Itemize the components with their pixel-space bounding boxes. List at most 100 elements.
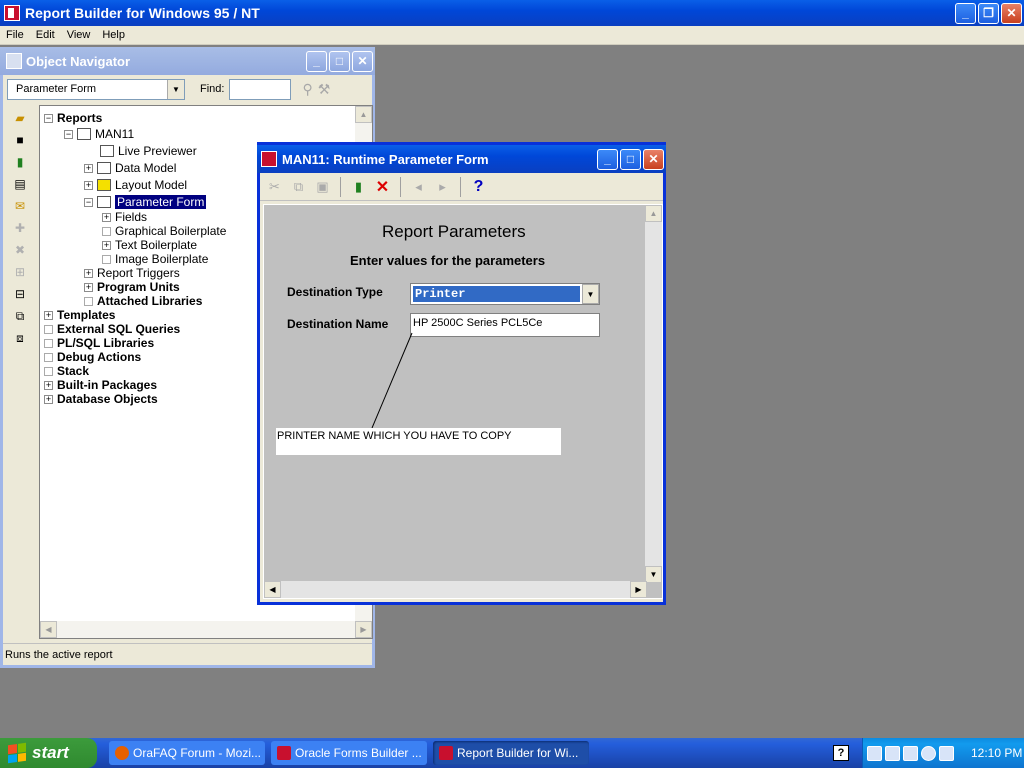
delete-icon[interactable]: ✖ — [11, 241, 29, 259]
navigator-close-button[interactable]: ✕ — [352, 50, 373, 72]
menu-help[interactable]: Help — [96, 29, 131, 41]
tree-node-report-triggers[interactable]: + Report Triggers — [84, 266, 180, 280]
scroll-right-icon[interactable]: ▶ — [355, 621, 372, 638]
scroll-up-icon[interactable]: ▲ — [355, 106, 372, 123]
scroll-right-icon[interactable]: ▶ — [630, 581, 647, 598]
taskbar-item-forms-builder[interactable]: Oracle Forms Builder ... — [271, 741, 427, 765]
menu-edit[interactable]: Edit — [30, 29, 61, 41]
next-page-icon[interactable]: ▸ — [432, 176, 453, 197]
form-horizontal-scrollbar[interactable]: ◀ ▶ — [264, 581, 647, 598]
help-icon[interactable]: ? — [468, 176, 489, 197]
network-icon[interactable] — [867, 745, 882, 761]
tree-label: Attached Libraries — [97, 294, 203, 308]
scroll-left-icon[interactable]: ◀ — [264, 581, 281, 598]
tray-app-icon[interactable] — [903, 745, 918, 761]
tree-node-program-units[interactable]: + Program Units — [84, 280, 180, 294]
copy-icon[interactable]: ⧉ — [288, 176, 309, 197]
save-disk-icon[interactable]: ■ — [11, 131, 29, 149]
tree-node-graphical-boilerplate[interactable]: Graphical Boilerplate — [102, 224, 226, 238]
form-vertical-scrollbar[interactable]: ▲ ▼ — [645, 205, 662, 583]
close-button[interactable]: ✕ — [1001, 2, 1022, 24]
mail-icon[interactable]: ✉ — [11, 197, 29, 215]
runtime-form-title-bar[interactable]: MAN11: Runtime Parameter Form _ □ ✕ — [257, 145, 666, 173]
runtime-form-minimize-button[interactable]: _ — [597, 148, 618, 170]
tree-node-database-objects[interactable]: + Database Objects — [44, 392, 158, 406]
leaf-box-icon — [102, 226, 111, 236]
tree-node-plsql-libraries[interactable]: PL/SQL Libraries — [44, 336, 154, 350]
expand-toggle-icon[interactable]: + — [44, 394, 53, 404]
expand-toggle-icon[interactable]: + — [102, 212, 111, 222]
tree-horizontal-scrollbar[interactable]: ◀ ▶ — [40, 621, 372, 638]
previous-page-icon[interactable]: ◂ — [408, 176, 429, 197]
tree-node-templates[interactable]: + Templates — [44, 308, 115, 322]
volume-icon[interactable] — [939, 745, 954, 761]
tree-node-fields[interactable]: + Fields — [102, 210, 147, 224]
find-next-icon[interactable]: ⚲ — [302, 81, 312, 98]
restore-button[interactable]: ❐ — [978, 2, 999, 24]
find-input[interactable] — [229, 78, 292, 100]
tree-node-text-boilerplate[interactable]: + Text Boilerplate — [102, 238, 197, 252]
cut-icon[interactable]: ✂ — [264, 176, 285, 197]
expand-all-icon[interactable]: ⧉ — [11, 307, 29, 325]
expand-toggle-icon[interactable]: + — [84, 180, 93, 190]
expand-toggle-icon[interactable]: + — [84, 268, 93, 278]
tree-node-man11[interactable]: − MAN11 — [64, 127, 134, 141]
cancel-x-icon[interactable]: ✕ — [372, 176, 393, 197]
menu-view[interactable]: View — [61, 29, 97, 41]
chevron-down-icon[interactable]: ▼ — [167, 79, 184, 99]
expand-icon[interactable]: ⊞ — [11, 263, 29, 281]
tree-node-external-sql-queries[interactable]: External SQL Queries — [44, 322, 180, 336]
menu-file[interactable]: File — [0, 29, 30, 41]
taskbar-item-firefox[interactable]: OraFAQ Forum - Mozi... — [109, 741, 265, 765]
expand-toggle-icon[interactable]: + — [102, 240, 111, 250]
tree-node-data-model[interactable]: + Data Model — [84, 161, 176, 175]
collapse-all-icon[interactable]: ⧈ — [11, 329, 29, 347]
expand-toggle-icon[interactable]: + — [84, 282, 93, 292]
open-folder-icon[interactable]: ▰ — [11, 109, 29, 127]
runtime-form-close-button[interactable]: ✕ — [643, 148, 664, 170]
tree-node-layout-model[interactable]: + Layout Model — [84, 178, 187, 192]
expand-toggle-icon[interactable]: + — [44, 310, 53, 320]
tree-node-image-boilerplate[interactable]: Image Boilerplate — [102, 252, 208, 266]
tree-node-stack[interactable]: Stack — [44, 364, 89, 378]
navigator-view-combo[interactable]: Parameter Form ▼ — [7, 78, 185, 100]
taskbar-item-label: OraFAQ Forum - Mozi... — [133, 746, 262, 760]
expand-toggle-icon[interactable]: + — [84, 163, 93, 173]
app-title-bar[interactable]: Report Builder for Windows 95 / NT _ ❐ ✕ — [0, 0, 1024, 26]
navigator-toolstrip: ▰ ■ ▮ ▤ ✉ ✚ ✖ ⊞ ⊟ ⧉ ⧈ — [5, 105, 35, 639]
navigator-find-bar: Parameter Form ▼ Find: ⚲ ⚒ — [3, 75, 372, 103]
tray-help-icon[interactable]: ? — [833, 745, 849, 761]
scroll-left-icon[interactable]: ◀ — [40, 621, 57, 638]
tree-node-builtin-packages[interactable]: + Built-in Packages — [44, 378, 157, 392]
leaf-box-icon — [44, 338, 53, 348]
windows-logo-icon — [8, 742, 26, 764]
navigator-maximize-button[interactable]: □ — [329, 50, 350, 72]
tree-node-parameter-form[interactable]: − Parameter Form — [84, 195, 207, 209]
object-navigator-title-bar[interactable]: Object Navigator _ □ ✕ — [0, 47, 375, 75]
collapse-icon[interactable]: ⊟ — [11, 285, 29, 303]
collapse-toggle-icon[interactable]: − — [84, 197, 93, 207]
run-report-icon[interactable]: ▮ — [348, 176, 369, 197]
create-icon[interactable]: ✚ — [11, 219, 29, 237]
tree-node-reports[interactable]: − Reports — [44, 111, 102, 125]
paste-icon[interactable]: ▣ — [312, 176, 333, 197]
find-previous-icon[interactable]: ⚒ — [318, 81, 331, 98]
tree-node-live-previewer[interactable]: Live Previewer — [100, 144, 197, 158]
scroll-down-icon[interactable]: ▼ — [645, 566, 662, 583]
minimize-button[interactable]: _ — [955, 2, 976, 24]
collapse-toggle-icon[interactable]: − — [64, 129, 73, 139]
scroll-up-icon[interactable]: ▲ — [645, 205, 662, 222]
start-button[interactable]: start — [0, 738, 97, 768]
navigator-minimize-button[interactable]: _ — [306, 50, 327, 72]
tray-app-icon[interactable] — [885, 745, 900, 761]
collapse-toggle-icon[interactable]: − — [44, 113, 53, 123]
print-icon[interactable]: ▤ — [11, 175, 29, 193]
tree-node-attached-libraries[interactable]: Attached Libraries — [84, 294, 202, 308]
run-report-icon[interactable]: ▮ — [11, 153, 29, 171]
tree-node-debug-actions[interactable]: Debug Actions — [44, 350, 141, 364]
taskbar-item-report-builder[interactable]: Report Builder for Wi... — [433, 741, 589, 765]
expand-toggle-icon[interactable]: + — [44, 380, 53, 390]
report-builder-icon — [261, 151, 277, 167]
runtime-form-maximize-button[interactable]: □ — [620, 148, 641, 170]
antivirus-icon[interactable] — [921, 745, 936, 761]
